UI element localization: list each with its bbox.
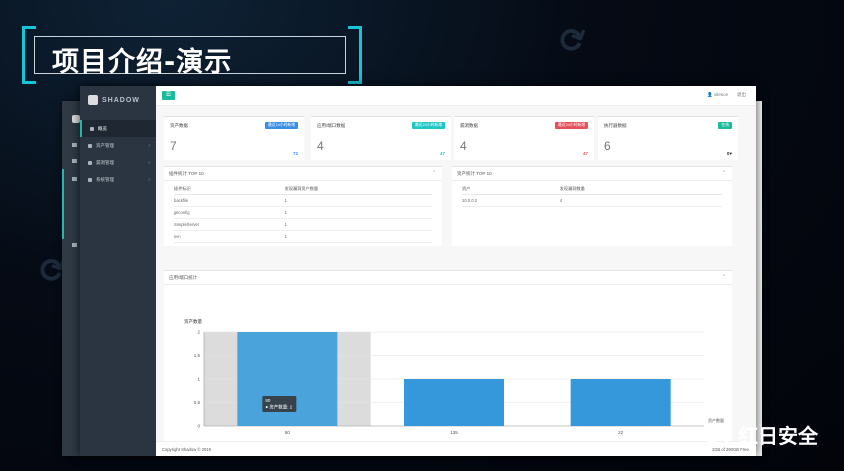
table-row: backfile 1 xyxy=(174,194,432,207)
collapse-icon[interactable]: ⌃ xyxy=(722,170,726,176)
y-tick-label: 0.5 xyxy=(194,400,201,405)
panel-header: 应用/端口统计 ⌃ xyxy=(164,271,732,285)
asset-top10-panel: 资产统计 TOP 10 ⌃ 资产 发现漏洞数量 10.0.0.2 4 xyxy=(452,166,732,246)
y-tick-label: 1 xyxy=(197,377,200,382)
logout-link[interactable]: 退出 xyxy=(737,92,746,98)
status-badge: 最近24小时新增 xyxy=(411,122,445,129)
panel-header: 资产统计 TOP 10 ⌃ xyxy=(452,167,732,181)
chart-bar xyxy=(570,379,671,426)
chevron-right-icon: › xyxy=(148,142,150,149)
wechat-icon xyxy=(700,423,729,445)
brand-signature: 红日安全 xyxy=(700,420,818,449)
panel-header: 插件统计 TOP 10 ⌃ xyxy=(164,167,442,181)
brand-name: 红日安全 xyxy=(738,424,818,448)
tooltip-value: ● 资产数量: 2 xyxy=(265,404,292,411)
table-row: SimpleServer 1 xyxy=(174,218,432,231)
sidebar: SHADOW 概览 资产管理 › 漏洞管理 › 系统管理 › xyxy=(80,86,156,456)
collapse-icon[interactable]: ⌃ xyxy=(432,170,436,176)
gear-icon xyxy=(88,177,92,182)
status-badge: 在线 xyxy=(718,122,732,129)
x-tick-label: 80 xyxy=(285,430,291,435)
stat-card-vulns: 漏洞数据 最近24小时新增 4 47 xyxy=(454,116,594,160)
sidebar-item-assets[interactable]: 资产管理 › xyxy=(80,137,156,154)
status-badge: 最近24小时新增 xyxy=(264,122,298,129)
collapse-icon[interactable]: ⌃ xyxy=(722,274,726,280)
bar-chart-svg: 资产数量00.511.5280 135 2280● 资产数量: 2资产数量 xyxy=(184,318,724,435)
stat-card-assets: 资产数据 最近24小时新增 7 72 xyxy=(164,116,304,160)
y-tick-label: 0 xyxy=(197,424,200,429)
user-menu[interactable]: 👤 silence xyxy=(707,92,728,98)
status-badge: 最近24小时新增 xyxy=(554,122,588,129)
chart-bar xyxy=(404,379,504,426)
topbar: ☰ 👤 silence 退出 xyxy=(156,86,756,106)
table-row: svn 1 xyxy=(174,230,432,243)
menu-toggle-button[interactable]: ☰ xyxy=(162,91,175,100)
footer: Copyright Shadow © 2019 1GB of 290GB Fre… xyxy=(156,441,756,456)
x-tick-label: 22 xyxy=(618,430,624,435)
stat-card-ports: 应用/端口数据 最近24小时新增 4 47 xyxy=(311,116,451,160)
logo-icon xyxy=(88,95,98,105)
plugin-table: 插件标识 发现漏洞资产数量 backfile 1 gitconfig 1 Simple… xyxy=(174,183,432,243)
home-icon xyxy=(90,126,94,131)
chevron-right-icon: › xyxy=(148,159,150,166)
x-tick-label: 135 xyxy=(450,430,458,435)
table-row: 10.0.0.2 4 xyxy=(462,194,722,207)
y-tick-label: 2 xyxy=(197,330,200,335)
sidebar-nav: 概览 资产管理 › 漏洞管理 › 系统管理 › xyxy=(80,120,156,188)
dashboard-content: 资产数据 最近24小时新增 7 72 应用/端口数据 最近24小时新增 4 47… xyxy=(156,106,756,441)
asset-table: 资产 发现漏洞数量 10.0.0.2 4 xyxy=(462,183,722,207)
stat-card-executors: 执行器数据 在线 6 0♥ xyxy=(598,116,738,160)
chevron-right-icon: › xyxy=(148,176,150,183)
table-row: gitconfig 1 xyxy=(174,206,432,219)
sidebar-item-system[interactable]: 系统管理 › xyxy=(80,171,156,188)
port-bar-chart: 资产数量 0 0.5 1 1.5 2 80 135 22 80 ● 资产数量: 2 资产数量 xyxy=(164,286,732,441)
sidebar-item-overview[interactable]: 概览 xyxy=(80,120,156,137)
port-stats-panel: 应用/端口统计 ⌃ xyxy=(164,270,732,286)
y-tick-label: 1.5 xyxy=(194,353,201,358)
tooltip-title: 80 xyxy=(265,398,271,403)
assets-icon xyxy=(88,143,92,148)
plugin-top10-panel: 插件统计 TOP 10 ⌃ 插件标识 发现漏洞资产数量 backfile 1 git… xyxy=(164,166,442,246)
app-logo: SHADOW xyxy=(88,95,140,105)
y-axis-label: 资产数量 xyxy=(184,318,202,325)
bug-icon xyxy=(88,160,92,165)
slide-title-frame: 项目介绍-演示 xyxy=(22,26,362,84)
sidebar-item-vulns[interactable]: 漏洞管理 › xyxy=(80,154,156,171)
app-window: SHADOW 概览 资产管理 › 漏洞管理 › 系统管理 › ☰ 👤 silen… xyxy=(80,86,756,456)
slide-title: 项目介绍-演示 xyxy=(52,47,233,78)
